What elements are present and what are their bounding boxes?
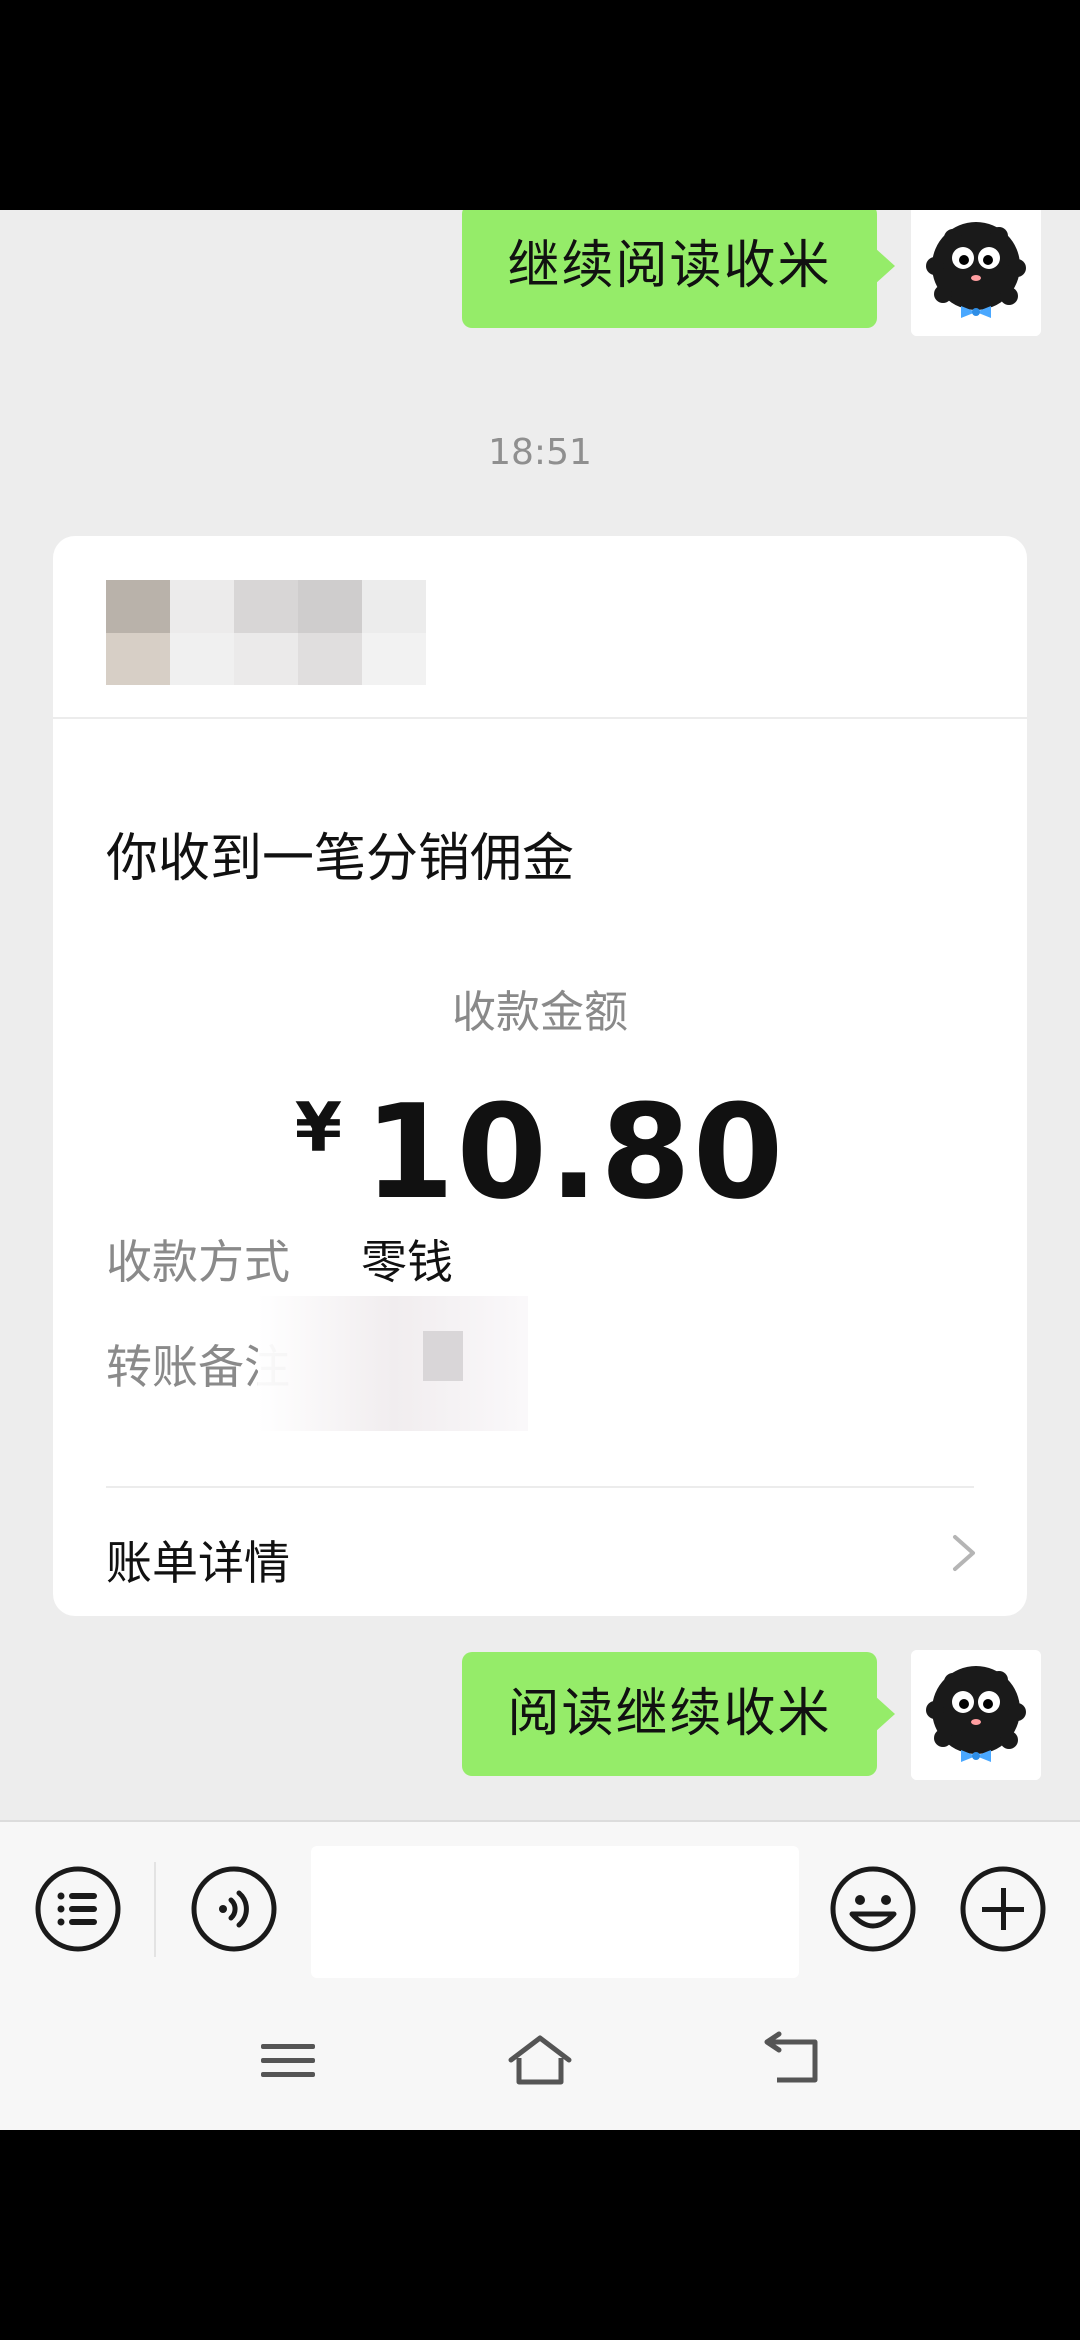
chevron-right-icon — [953, 1535, 975, 1571]
payment-method-value: 零钱 — [361, 1235, 453, 1289]
menu-toggle-button[interactable] — [33, 1864, 123, 1954]
list-menu-icon — [35, 1866, 121, 1952]
payment-method-row: 收款方式 零钱 — [106, 1226, 453, 1292]
soot-sprite-avatar-icon — [911, 1650, 1041, 1780]
chat-screen: 继续阅读收米 18:51 你收到一笔分销佣金 收款金额 ¥ 10.80 收款方式… — [0, 210, 1080, 2130]
amount-value: 10.80 — [364, 1076, 786, 1228]
divider — [106, 1486, 974, 1488]
back-icon — [764, 2031, 818, 2083]
add-icon — [960, 1866, 1046, 1952]
message-row-sent: 阅读继续收米 — [0, 1650, 1080, 1787]
currency-symbol: ¥ — [294, 1089, 343, 1168]
redacted-sender — [106, 580, 426, 685]
redacted-note — [258, 1296, 528, 1431]
bill-details-label: 账单详情 — [106, 1536, 290, 1590]
voice-icon — [191, 1866, 277, 1952]
amount-display: ¥10.80 — [53, 1076, 1027, 1228]
bill-details-link[interactable]: 账单详情 — [53, 1491, 1027, 1616]
nav-menu-icon — [261, 2044, 315, 2077]
home-icon — [508, 2035, 572, 2085]
top-black-area — [0, 0, 1080, 210]
emoji-button[interactable] — [828, 1864, 918, 1954]
amount-label: 收款金额 — [452, 987, 628, 1038]
message-bubble[interactable]: 继续阅读收米 — [462, 210, 895, 328]
message-bubble[interactable]: 阅读继续收米 — [462, 1652, 895, 1776]
emoji-icon — [830, 1866, 916, 1952]
soot-sprite-avatar-icon — [911, 210, 1041, 336]
chat-input-bar — [0, 1820, 1080, 1990]
card-title: 你收到一笔分销佣金 — [106, 829, 575, 889]
payment-method-label: 收款方式 — [106, 1235, 290, 1289]
card-header — [53, 536, 1027, 719]
bottom-black-area — [0, 2130, 1080, 2340]
payment-card[interactable]: 你收到一笔分销佣金 收款金额 ¥10.80 收款方式 零钱 转账备注 账单详情 — [53, 536, 1027, 1616]
nav-back-button[interactable] — [757, 2030, 827, 2090]
separator — [154, 1862, 156, 1957]
nav-menu-button[interactable] — [253, 2030, 323, 2090]
message-timestamp: 18:51 — [488, 432, 592, 473]
nav-home-button[interactable] — [505, 2030, 575, 2090]
message-row-sent: 继续阅读收米 — [0, 210, 1080, 345]
system-navigation-bar — [0, 1990, 1080, 2130]
voice-button[interactable] — [189, 1864, 279, 1954]
add-button[interactable] — [958, 1864, 1048, 1954]
avatar[interactable] — [911, 210, 1041, 336]
message-input[interactable] — [311, 1846, 799, 1978]
avatar[interactable] — [911, 1650, 1041, 1780]
